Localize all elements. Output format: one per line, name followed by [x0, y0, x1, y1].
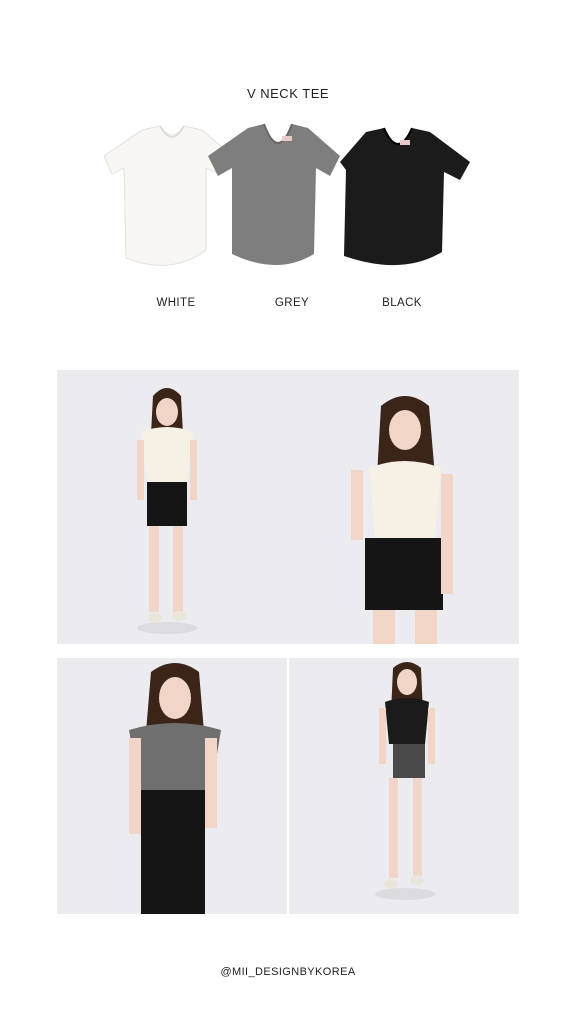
- model-photo-gallery: [57, 370, 519, 914]
- color-label-black: BLACK: [382, 297, 422, 309]
- grey-tee-image: [208, 122, 348, 272]
- model-photo-white-full: [57, 370, 287, 644]
- product-title: V NECK TEE: [246, 86, 330, 101]
- brand-handle: @MII_DESIGNBYKOREA: [220, 966, 356, 978]
- model-photo-grey: [57, 658, 287, 914]
- tee-color-lineup: [0, 122, 576, 272]
- model-photo-black: [289, 658, 519, 914]
- black-tee-image: [336, 122, 476, 272]
- model-photo-white-close: [287, 370, 519, 644]
